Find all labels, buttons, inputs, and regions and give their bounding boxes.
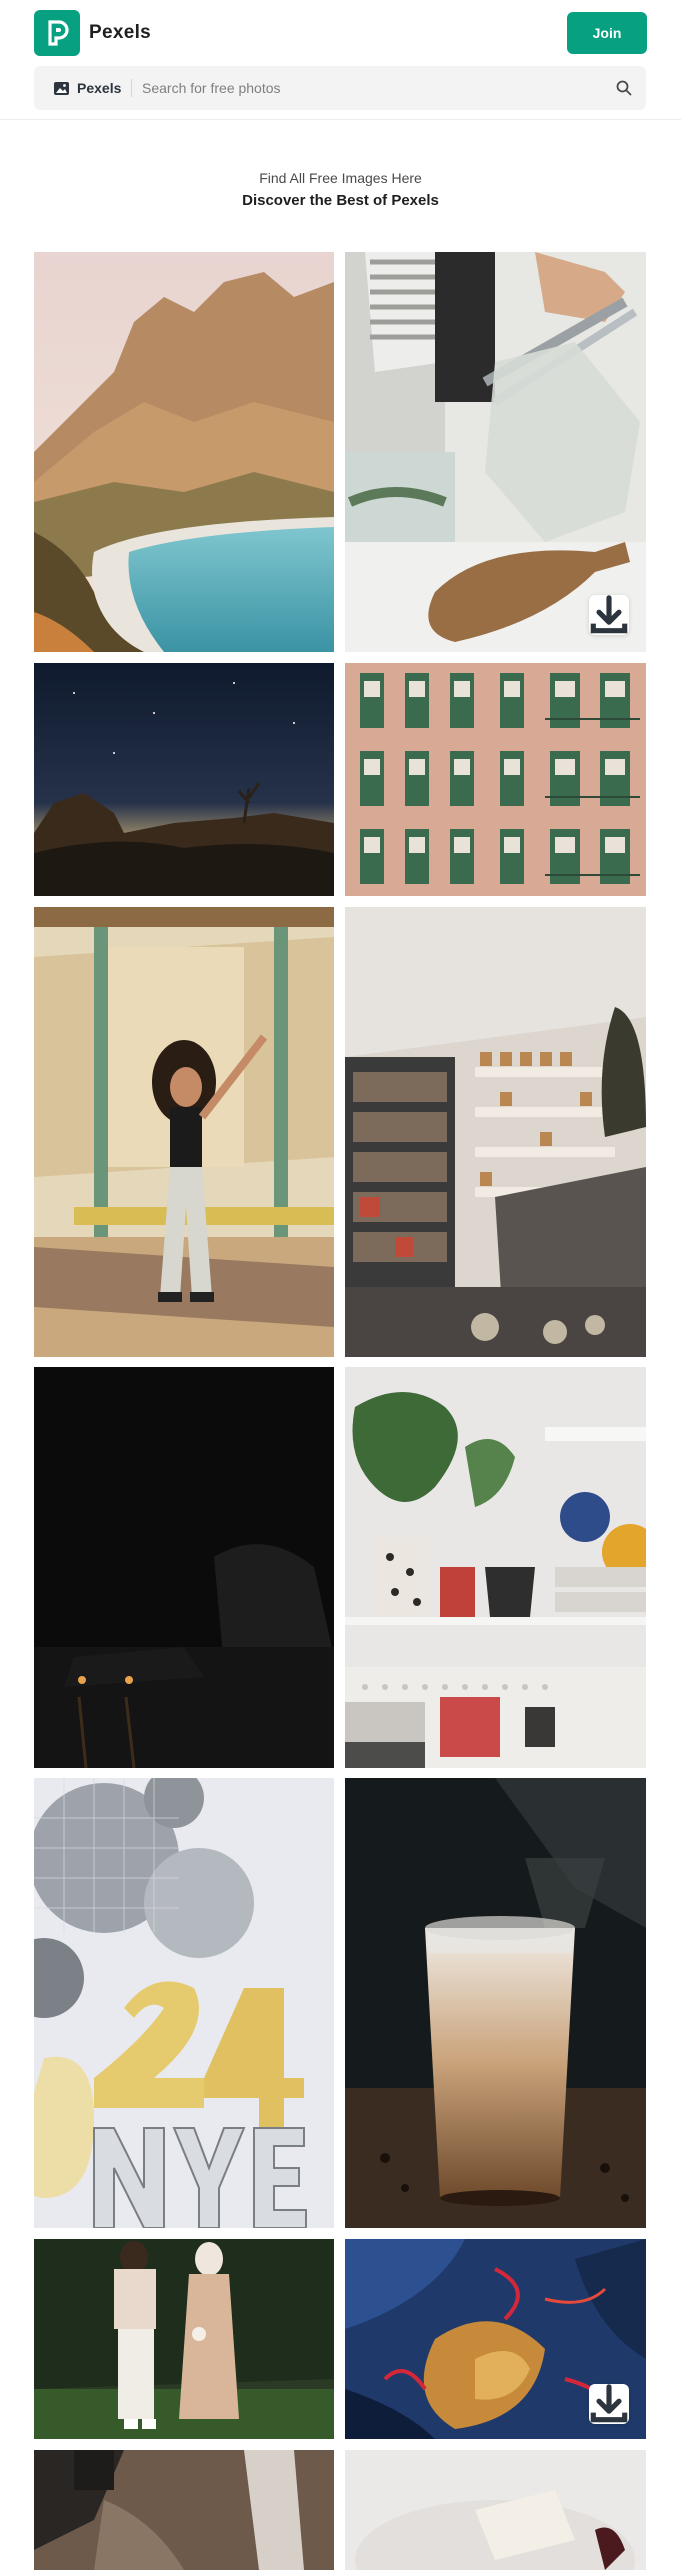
photo-white-objects[interactable] xyxy=(345,2450,646,2570)
hero-subtitle: Find All Free Images Here xyxy=(259,170,422,186)
brand-name[interactable]: Pexels xyxy=(89,22,151,44)
image-icon xyxy=(54,81,69,95)
download-button[interactable] xyxy=(589,2384,629,2424)
download-button[interactable] xyxy=(589,595,629,635)
search-bar: Pexels xyxy=(34,66,646,110)
photo-abstract-paint[interactable] xyxy=(345,2239,646,2439)
photo-dark-street[interactable] xyxy=(34,1367,334,1768)
join-button[interactable]: Join xyxy=(567,12,647,54)
photo-iced-coffee[interactable] xyxy=(345,1778,646,2228)
pexels-logo-icon[interactable] xyxy=(34,10,80,56)
photo-woman-bus-stop[interactable] xyxy=(34,907,334,1357)
photo-pouring-drink[interactable] xyxy=(345,252,646,652)
search-input[interactable] xyxy=(142,73,602,103)
hero-title: Discover the Best of Pexels xyxy=(242,192,439,209)
top-header: Pexels Join Pexels xyxy=(0,0,681,120)
search-type-label: Pexels xyxy=(77,80,122,96)
search-divider xyxy=(131,79,132,97)
photo-shop-interior[interactable] xyxy=(345,907,646,1357)
download-icon xyxy=(590,595,628,634)
photo-couple[interactable] xyxy=(34,2239,334,2439)
photo-mountain-beach[interactable] xyxy=(34,252,334,652)
search-icon[interactable] xyxy=(602,66,646,110)
photo-legs[interactable] xyxy=(34,2450,334,2570)
photo-shelf-plants[interactable] xyxy=(345,1367,646,1768)
search-type-dropdown[interactable]: Pexels xyxy=(54,66,121,110)
photo-building-facade[interactable] xyxy=(345,663,646,896)
download-icon xyxy=(590,2384,628,2423)
photo-desert-night[interactable] xyxy=(34,663,334,896)
photo-disco-2024[interactable] xyxy=(34,1778,334,2228)
